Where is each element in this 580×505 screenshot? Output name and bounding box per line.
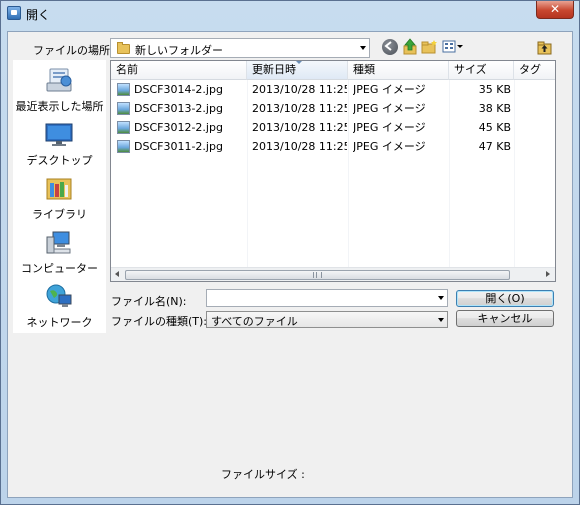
open-button[interactable]: 開く(O): [456, 290, 554, 307]
place-network[interactable]: ネットワーク: [13, 281, 106, 333]
chevron-down-icon[interactable]: [438, 296, 444, 300]
file-list[interactable]: 名前 更新日時 種類 サイズ タグ DSCF3014-2.jpg 2013/10…: [110, 60, 556, 282]
jpeg-file-icon: [117, 83, 130, 96]
window-title: 開く: [26, 8, 51, 22]
filename-label: ファイル名(N):: [111, 295, 187, 308]
file-date: 2013/10/28 11:25: [252, 83, 347, 96]
place-recent[interactable]: 最近表示した場所: [13, 65, 106, 117]
file-name: DSCF3014-2.jpg: [134, 83, 223, 96]
file-size: 47 KB: [478, 140, 511, 153]
filetype-label: ファイルの種類(T):: [111, 315, 208, 328]
desktop-icon: [45, 123, 73, 146]
view-menu-icon[interactable]: [442, 39, 464, 55]
file-type: JPEG イメージ: [353, 140, 426, 153]
filetype-value: すべてのファイル: [211, 315, 298, 328]
up-folder-icon[interactable]: [402, 38, 418, 55]
file-date: 2013/10/28 11:25: [252, 140, 347, 153]
file-row[interactable]: DSCF3011-2.jpg 2013/10/28 11:25 JPEG イメー…: [111, 137, 555, 156]
file-size: 45 KB: [478, 121, 511, 134]
place-label: コンピューター: [21, 262, 98, 275]
close-button[interactable]: ✕: [536, 1, 574, 19]
jpeg-file-icon: [117, 102, 130, 115]
computer-icon: [46, 231, 71, 254]
sort-descending-icon: [295, 61, 303, 64]
column-header-type[interactable]: 種類: [348, 61, 449, 80]
place-label: ライブラリ: [32, 208, 87, 221]
place-label: 最近表示した場所: [15, 100, 104, 113]
file-row[interactable]: DSCF3014-2.jpg 2013/10/28 11:25 JPEG イメー…: [111, 80, 555, 99]
location-combo[interactable]: 新しいフォルダー: [110, 38, 370, 58]
place-library[interactable]: ライブラリ: [13, 173, 106, 225]
file-date: 2013/10/28 11:25: [252, 102, 347, 115]
file-size: 38 KB: [478, 102, 511, 115]
grip-icon: [313, 272, 322, 278]
place-desktop[interactable]: デスクトップ: [13, 119, 106, 171]
filesize-label: ファイルサイズ :: [221, 468, 305, 481]
file-size: 35 KB: [478, 83, 511, 96]
recent-places-icon: [46, 68, 72, 92]
file-type: JPEG イメージ: [353, 83, 426, 96]
desktop-shortcut-icon[interactable]: [537, 40, 553, 56]
open-file-dialog: 開く ✕ ファイルの場所(I): 新しいフォルダー 最近表示した場所 デスクトッ…: [0, 0, 580, 505]
places-bar: 最近表示した場所 デスクトップ ライブラリ コンピューター ネットワーク: [13, 60, 106, 333]
file-name: DSCF3011-2.jpg: [134, 140, 223, 153]
filetype-select[interactable]: すべてのファイル: [206, 311, 448, 328]
scrollbar-thumb[interactable]: [125, 270, 510, 280]
jpeg-file-icon: [117, 140, 130, 153]
chevron-down-icon: [360, 46, 366, 50]
column-header-name[interactable]: 名前: [111, 61, 247, 80]
file-type: JPEG イメージ: [353, 121, 426, 134]
place-computer[interactable]: コンピューター: [13, 227, 106, 279]
file-date: 2013/10/28 11:25: [252, 121, 347, 134]
back-icon[interactable]: [382, 39, 398, 55]
library-icon: [46, 178, 72, 200]
file-name: DSCF3013-2.jpg: [134, 102, 223, 115]
filename-input[interactable]: [206, 289, 448, 307]
horizontal-scrollbar[interactable]: [111, 267, 555, 281]
file-row[interactable]: DSCF3012-2.jpg 2013/10/28 11:25 JPEG イメー…: [111, 118, 555, 137]
file-name: DSCF3012-2.jpg: [134, 121, 223, 134]
scroll-left-icon[interactable]: [115, 271, 119, 277]
scroll-right-icon[interactable]: [546, 271, 550, 277]
column-header-label: 更新日時: [252, 63, 296, 76]
title-bar[interactable]: 開く ✕: [1, 1, 579, 25]
column-header-tags[interactable]: タグ: [514, 61, 555, 80]
cancel-button[interactable]: キャンセル: [456, 310, 554, 327]
network-icon: [46, 284, 72, 307]
column-header-size[interactable]: サイズ: [449, 61, 514, 80]
place-label: デスクトップ: [26, 154, 93, 167]
chevron-down-icon: [438, 317, 444, 322]
folder-icon: [117, 42, 130, 54]
file-type: JPEG イメージ: [353, 102, 426, 115]
app-icon: [7, 6, 21, 20]
file-row[interactable]: DSCF3013-2.jpg 2013/10/28 11:25 JPEG イメー…: [111, 99, 555, 118]
location-value: 新しいフォルダー: [135, 44, 223, 57]
new-folder-icon[interactable]: [421, 39, 437, 55]
column-header-date[interactable]: 更新日時: [247, 61, 348, 80]
jpeg-file-icon: [117, 121, 130, 134]
place-label: ネットワーク: [26, 316, 93, 329]
